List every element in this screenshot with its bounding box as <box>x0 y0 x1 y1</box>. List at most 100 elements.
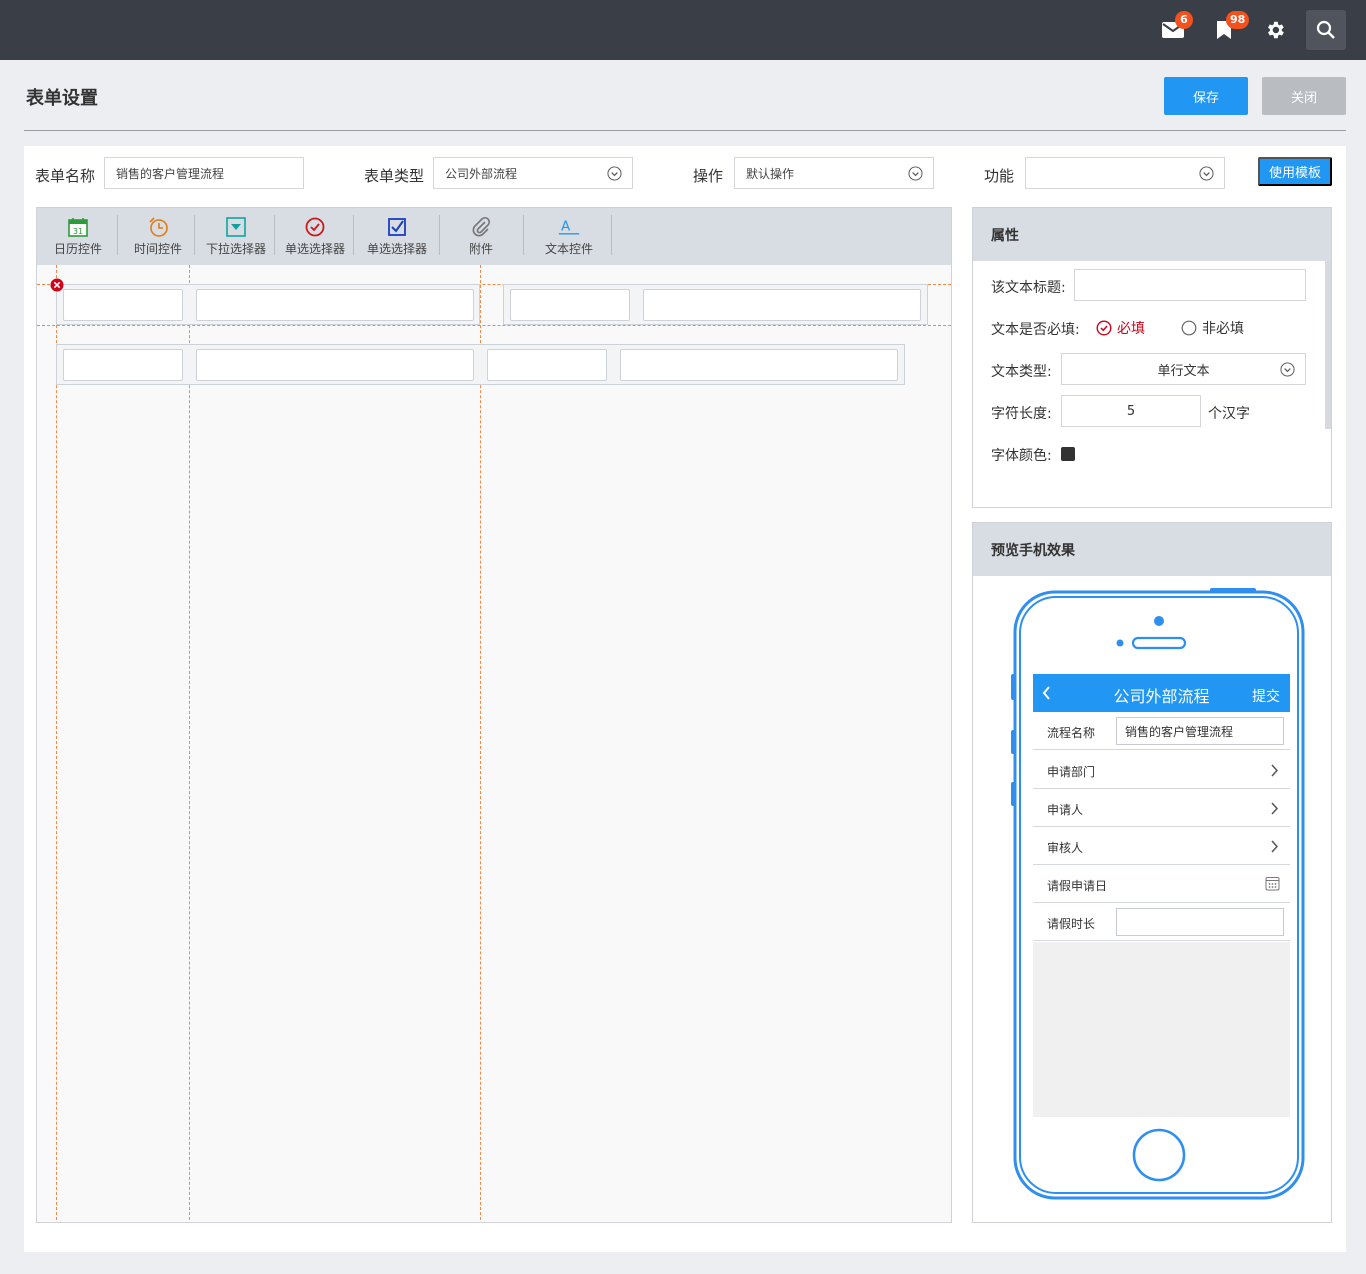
phone-row-leave-date[interactable]: 请假申请日 <box>1033 865 1290 903</box>
mail-button[interactable]: 6 <box>1153 10 1193 50</box>
form-type-select[interactable]: 公司外部流程 <box>433 157 633 189</box>
text-title-input[interactable] <box>1074 269 1306 301</box>
tool-radio[interactable]: 单选选择器 <box>280 208 350 265</box>
delete-row-icon[interactable] <box>50 278 64 292</box>
toolbar-divider <box>611 215 612 255</box>
phone-row-label: 申请部门 <box>1047 765 1096 779</box>
calendar-day: 31 <box>73 227 83 236</box>
toolbar-divider <box>439 215 440 255</box>
chevron-right-icon <box>1271 764 1278 777</box>
tool-text[interactable]: A 文本控件 <box>537 208 601 265</box>
value-input[interactable] <box>620 349 898 381</box>
label-input[interactable] <box>510 289 630 321</box>
optional-radio[interactable]: 非必填 <box>1181 318 1244 338</box>
operation-value: 默认操作 <box>746 166 795 181</box>
text-glyph: A <box>561 218 571 234</box>
tool-label: 日历控件 <box>53 242 102 256</box>
bookmark-button[interactable]: 98 <box>1204 10 1250 50</box>
toolbar-divider <box>117 215 118 255</box>
use-template-button[interactable]: 使用模板 <box>1258 157 1332 186</box>
phone-empty-area <box>1033 942 1290 1117</box>
phone-row-department[interactable]: 申请部门 <box>1033 751 1290 789</box>
function-select[interactable] <box>1025 157 1225 189</box>
tool-attachment[interactable]: 附件 <box>457 208 505 265</box>
required-label: 文本是否必填: <box>991 322 1080 338</box>
value-input[interactable] <box>196 289 474 321</box>
control-toolbar: 31 日历控件 时间控件 下拉选择器 单选选择器 单选选择器 附件 A 文本控件 <box>37 208 951 265</box>
phone-row-leave-duration: 请假时长 <box>1033 903 1290 941</box>
calendar-icon: 31 <box>68 218 88 237</box>
save-button[interactable]: 保存 <box>1164 77 1248 115</box>
tool-dropdown[interactable]: 下拉选择器 <box>201 208 271 265</box>
tool-label: 文本控件 <box>544 242 593 256</box>
tool-checkbox[interactable]: 单选选择器 <box>362 208 432 265</box>
operation-select[interactable]: 默认操作 <box>734 157 934 189</box>
tool-time[interactable]: 时间控件 <box>129 208 187 265</box>
toolbar-divider <box>523 215 524 255</box>
length-label: 字符长度: <box>991 406 1052 422</box>
paperclip-icon <box>472 216 491 237</box>
phone-screen: 公司外部流程 提交 流程名称 销售的客户管理流程 申请部门 申请人 审核人 请假… <box>1033 674 1290 1117</box>
guide-line-vertical <box>480 265 481 1222</box>
form-name-label: 表单名称 <box>35 167 96 185</box>
tool-label: 单选选择器 <box>284 242 345 256</box>
dropdown-icon <box>226 217 246 237</box>
text-title-label: 该文本标题: <box>991 280 1066 296</box>
tool-label: 时间控件 <box>133 242 182 256</box>
phone-process-name-value: 销售的客户管理流程 <box>1125 724 1234 739</box>
phone-header: 公司外部流程 提交 <box>1033 674 1290 712</box>
page-title: 表单设置 <box>26 88 98 109</box>
phone-row-applicant[interactable]: 申请人 <box>1033 789 1290 827</box>
optional-option-label: 非必填 <box>1202 321 1244 337</box>
length-input[interactable]: 5 <box>1061 395 1201 427</box>
chevron-down-icon <box>607 166 622 181</box>
label-input[interactable] <box>63 289 183 321</box>
chevron-down-icon <box>1199 166 1214 181</box>
value-input[interactable] <box>196 349 474 381</box>
radio-check-icon <box>305 217 325 237</box>
tool-label: 单选选择器 <box>366 242 427 256</box>
toolbar-divider <box>274 215 275 255</box>
text-type-value: 单行文本 <box>1157 363 1210 379</box>
chevron-right-icon <box>1271 840 1278 853</box>
title-divider <box>24 130 1346 131</box>
chevron-down-icon <box>908 166 923 181</box>
radio-empty-icon <box>1181 320 1197 336</box>
text-type-label: 文本类型: <box>991 364 1052 380</box>
calendar-icon <box>1265 877 1280 891</box>
form-name-input[interactable]: 销售的客户管理流程 <box>104 157 304 189</box>
phone-row-reviewer[interactable]: 审核人 <box>1033 827 1290 865</box>
gear-icon <box>1268 21 1284 39</box>
font-color-label: 字体颜色: <box>991 448 1052 464</box>
alarm-clock-icon <box>149 217 168 237</box>
close-button[interactable]: 关闭 <box>1262 77 1346 115</box>
guide-line-horizontal <box>37 325 951 326</box>
form-type-value: 公司外部流程 <box>445 166 518 181</box>
phone-row-label: 申请人 <box>1047 803 1084 817</box>
phone-process-name-input[interactable]: 销售的客户管理流程 <box>1116 717 1284 745</box>
phone-submit-button[interactable]: 提交 <box>1252 686 1280 706</box>
text-icon: A <box>558 218 580 235</box>
phone-leave-duration-input[interactable] <box>1116 908 1284 936</box>
search-button[interactable] <box>1306 10 1346 50</box>
value-input[interactable] <box>643 289 921 321</box>
text-type-select[interactable]: 单行文本 <box>1061 353 1306 385</box>
tool-calendar[interactable]: 31 日历控件 <box>49 208 107 265</box>
label-input[interactable] <box>487 349 607 381</box>
preview-title: 预览手机效果 <box>973 523 1331 576</box>
chevron-right-icon <box>1271 802 1278 815</box>
toolbar-divider <box>194 215 195 255</box>
required-radio[interactable]: 必填 <box>1096 318 1145 338</box>
properties-scrollbar[interactable] <box>1325 261 1331 429</box>
toolbar-divider <box>353 215 354 255</box>
checkbox-icon <box>388 218 406 236</box>
checked-circle-icon <box>1096 320 1112 336</box>
operation-label: 操作 <box>693 167 724 185</box>
form-designer-canvas[interactable]: 31 日历控件 时间控件 下拉选择器 单选选择器 单选选择器 附件 A 文本控件 <box>36 207 952 1223</box>
font-color-swatch[interactable] <box>1061 447 1075 461</box>
phone-row-label: 请假时长 <box>1047 917 1096 931</box>
required-option-label: 必填 <box>1117 321 1145 337</box>
label-input[interactable] <box>63 349 183 381</box>
settings-button[interactable] <box>1255 10 1295 50</box>
guide-line-vertical <box>189 265 190 1222</box>
